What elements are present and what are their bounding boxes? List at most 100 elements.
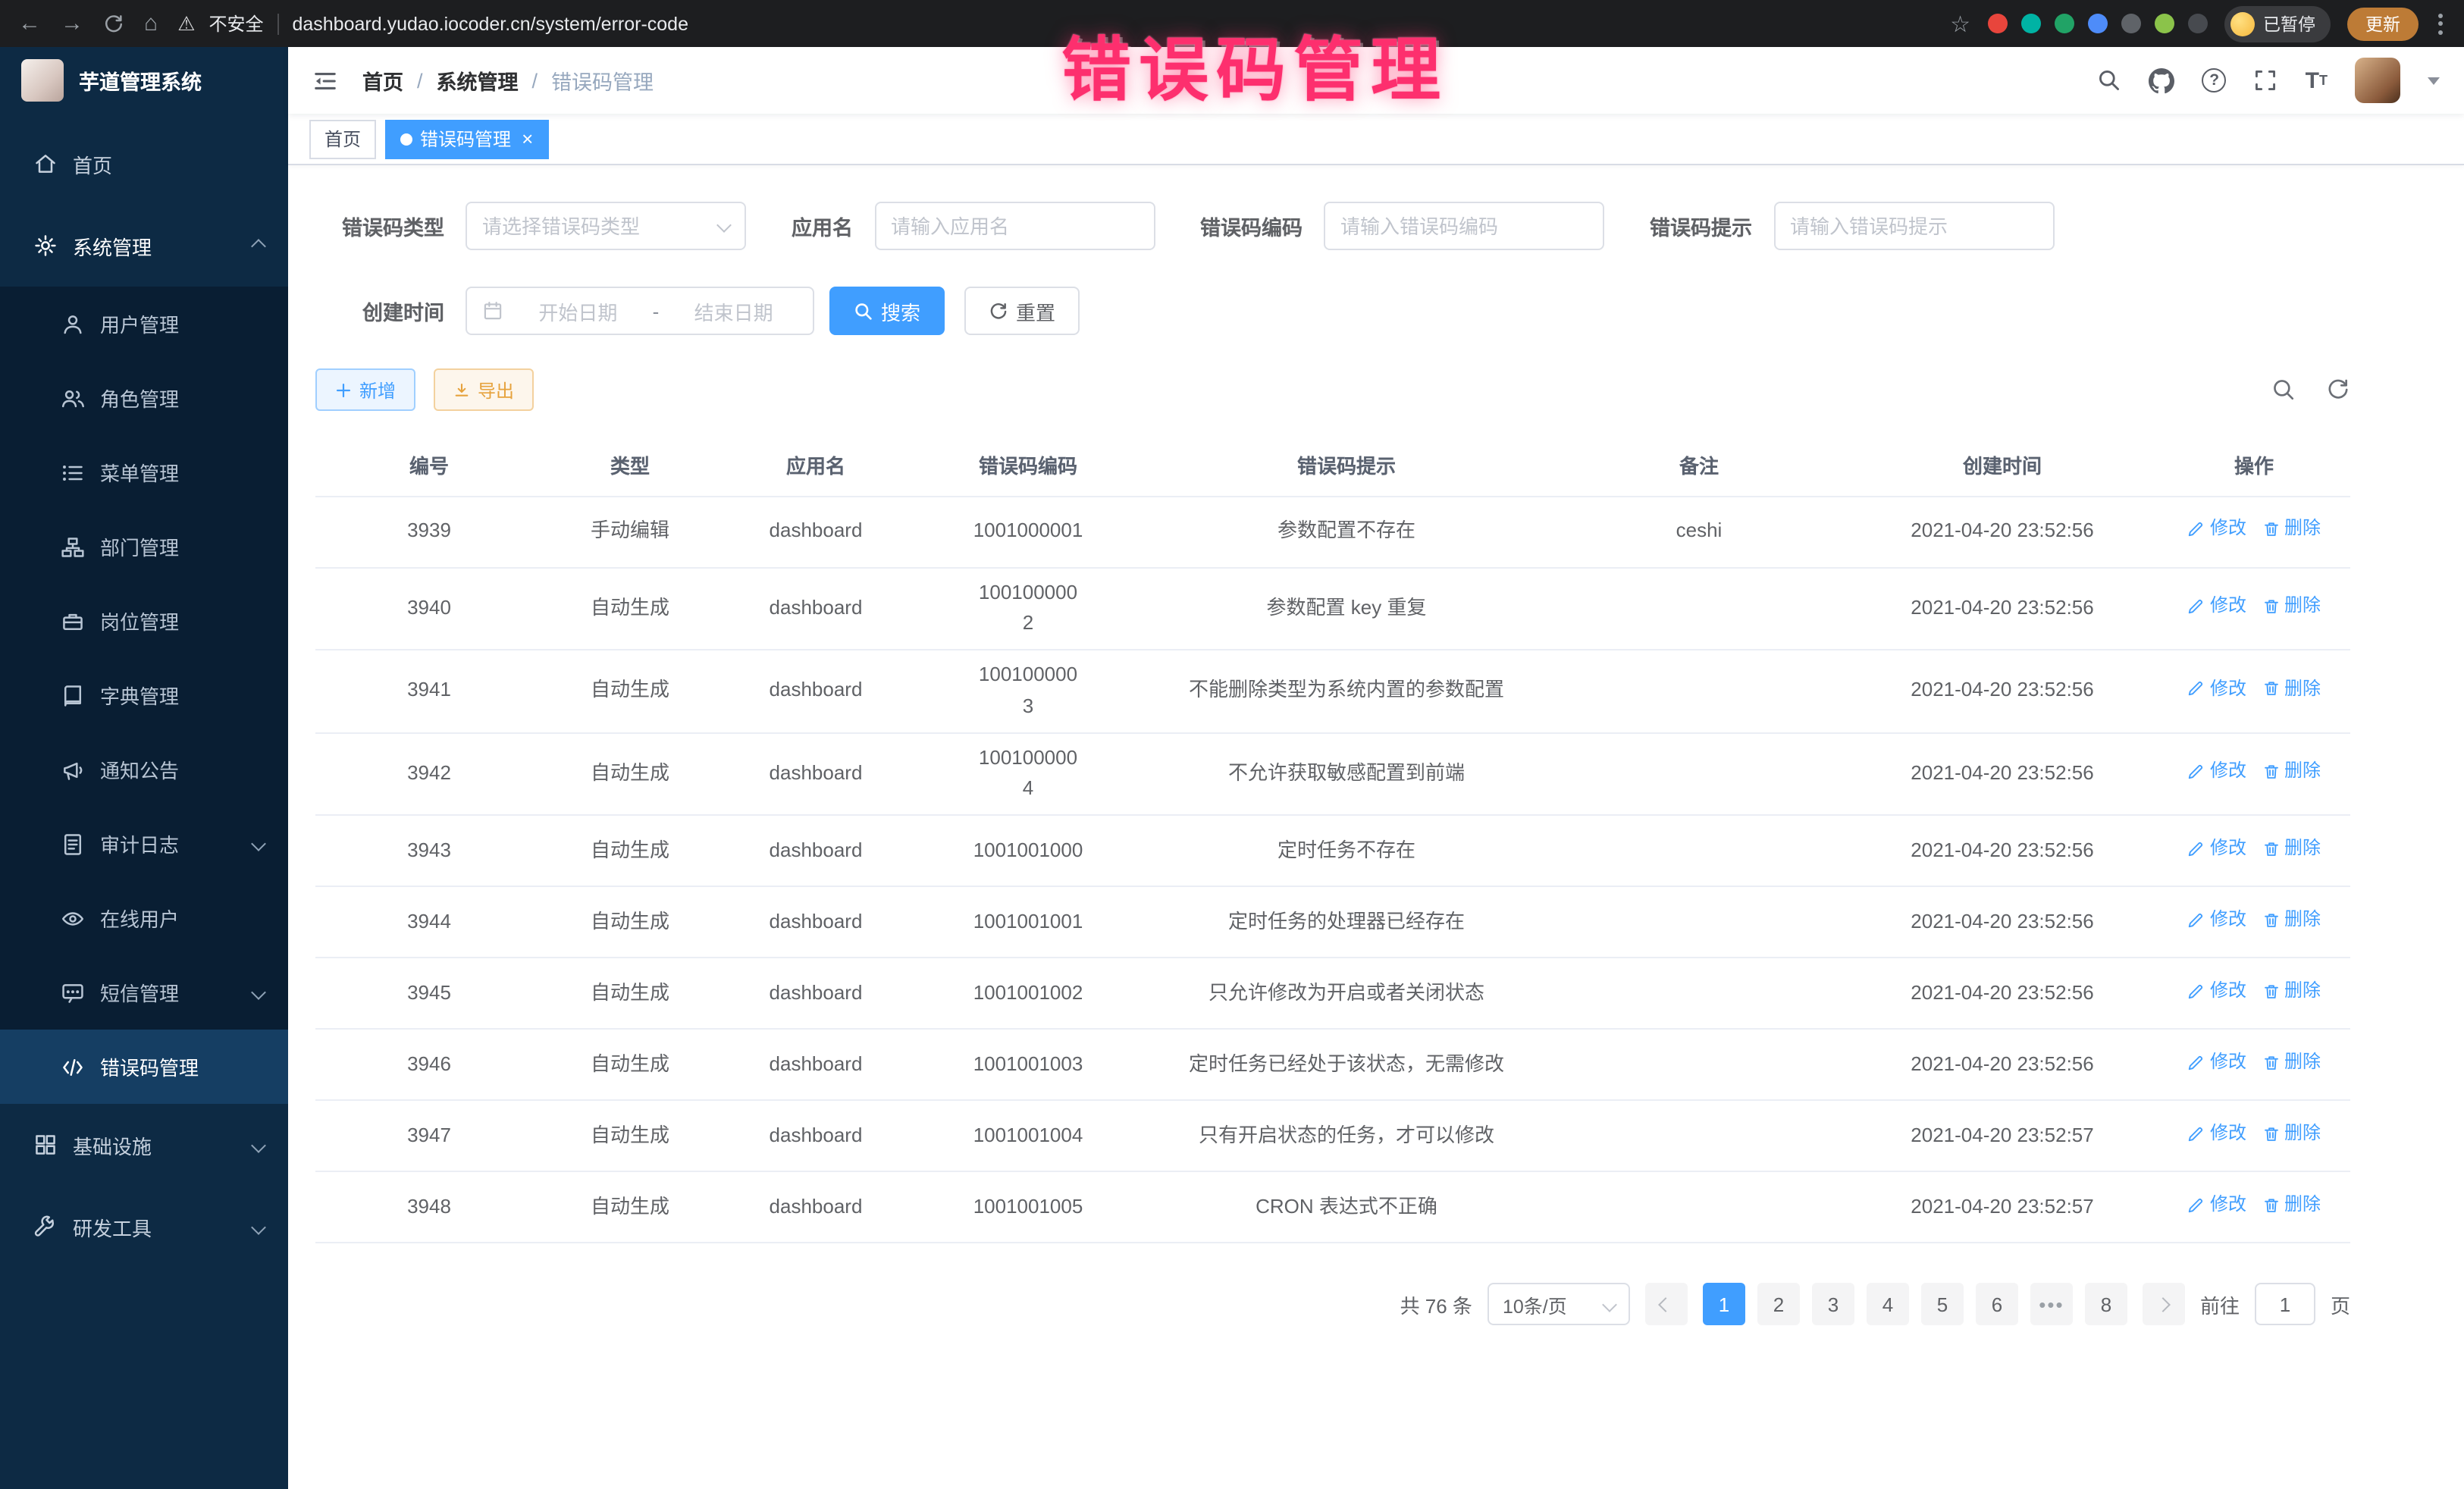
- profile-badge-label: 已暂停: [2263, 11, 2315, 36]
- forward-button[interactable]: →: [61, 12, 83, 35]
- table-setting-icons: [2271, 378, 2350, 402]
- edit-link[interactable]: 修改: [2187, 1119, 2246, 1148]
- delete-link[interactable]: 删除: [2262, 1190, 2321, 1219]
- app-title: 芋道管理系统: [79, 65, 202, 96]
- sidebar-item-dict-management[interactable]: 字典管理: [0, 658, 288, 732]
- breadcrumb-system[interactable]: 系统管理: [437, 65, 519, 96]
- search-icon[interactable]: [2098, 68, 2122, 92]
- sidebar-item-error-code-management[interactable]: 错误码管理: [0, 1030, 288, 1104]
- error-code-input[interactable]: [1324, 202, 1604, 250]
- fullscreen-icon[interactable]: [2254, 68, 2278, 92]
- next-page-button[interactable]: [2143, 1284, 2185, 1326]
- user-icon: [61, 312, 85, 336]
- page-size-select[interactable]: 10条/页: [1487, 1284, 1630, 1326]
- edit-link[interactable]: 修改: [2187, 1048, 2246, 1077]
- pager-more-button[interactable]: •••: [2030, 1284, 2073, 1326]
- pager-page-6[interactable]: 6: [1976, 1284, 2018, 1326]
- sidebar-item-online-users[interactable]: 在线用户: [0, 881, 288, 955]
- browser-update-button[interactable]: 更新: [2347, 7, 2419, 40]
- address-field[interactable]: ⚠ 不安全 dashboard.yudao.iocoder.cn/system/…: [177, 11, 1930, 36]
- extension-icon[interactable]: [2087, 14, 2107, 33]
- user-avatar[interactable]: [2355, 58, 2400, 103]
- create-time-range-picker[interactable]: 开始日期 - 结束日期: [466, 287, 814, 335]
- sidebar-item-post-management[interactable]: 岗位管理: [0, 584, 288, 658]
- add-button[interactable]: 新增: [315, 368, 415, 411]
- pagination: 共 76 条 10条/页 123456•••8 前往 页: [315, 1284, 2350, 1326]
- error-msg-input[interactable]: [1773, 202, 2054, 250]
- goto-page-input[interactable]: [2255, 1284, 2315, 1326]
- pager-page-8[interactable]: 8: [2085, 1284, 2127, 1326]
- pager-page-4[interactable]: 4: [1867, 1284, 1909, 1326]
- delete-link[interactable]: 删除: [2262, 674, 2321, 703]
- app-name-input[interactable]: [874, 202, 1155, 250]
- delete-link[interactable]: 删除: [2262, 976, 2321, 1005]
- edit-link[interactable]: 修改: [2187, 591, 2246, 620]
- pager-page-3[interactable]: 3: [1812, 1284, 1854, 1326]
- chevron-down-icon: [1602, 1297, 1617, 1312]
- reset-button[interactable]: 重置: [964, 287, 1080, 335]
- extension-icon[interactable]: [2154, 14, 2174, 33]
- cell-type: 自动生成: [543, 958, 717, 1030]
- home-button[interactable]: ⌂: [144, 12, 158, 35]
- edit-link[interactable]: 修改: [2187, 515, 2246, 544]
- sidebar-item-home[interactable]: 首页: [0, 123, 288, 205]
- edit-link[interactable]: 修改: [2187, 757, 2246, 786]
- reload-button[interactable]: [103, 13, 124, 34]
- sidebar-item-sms-management[interactable]: 短信管理: [0, 955, 288, 1030]
- tab-home[interactable]: 首页: [309, 119, 376, 158]
- export-button[interactable]: 导出: [434, 368, 534, 411]
- edit-link[interactable]: 修改: [2187, 674, 2246, 703]
- error-type-select-input[interactable]: [466, 202, 746, 250]
- back-button[interactable]: ←: [18, 12, 41, 35]
- edit-link[interactable]: 修改: [2187, 834, 2246, 863]
- code-icon: [61, 1055, 85, 1079]
- extension-icon[interactable]: [2187, 14, 2207, 33]
- delete-link[interactable]: 删除: [2262, 834, 2321, 863]
- close-tab-icon[interactable]: ×: [522, 129, 533, 149]
- delete-link[interactable]: 删除: [2262, 515, 2321, 544]
- sidebar-item-user-management[interactable]: 用户管理: [0, 287, 288, 361]
- edit-link[interactable]: 修改: [2187, 905, 2246, 934]
- extension-icon[interactable]: [2054, 14, 2074, 33]
- toggle-search-icon[interactable]: [2271, 378, 2296, 402]
- edit-link[interactable]: 修改: [2187, 1190, 2246, 1219]
- sidebar-fold-icon[interactable]: [312, 67, 338, 93]
- edit-link[interactable]: 修改: [2187, 976, 2246, 1005]
- avatar-dropdown-caret-icon[interactable]: [2428, 77, 2440, 84]
- pager-page-2[interactable]: 2: [1757, 1284, 1800, 1326]
- tab-error-code[interactable]: 错误码管理 ×: [385, 119, 548, 158]
- pager-page-1[interactable]: 1: [1703, 1284, 1745, 1326]
- delete-link[interactable]: 删除: [2262, 757, 2321, 786]
- cell-msg: 不允许获取敏感配置到前端: [1142, 732, 1551, 815]
- font-size-icon[interactable]: TT: [2306, 69, 2328, 92]
- profile-paused-chip[interactable]: 已暂停: [2224, 5, 2331, 42]
- breadcrumb-home[interactable]: 首页: [362, 65, 403, 96]
- delete-link[interactable]: 删除: [2262, 591, 2321, 620]
- delete-link[interactable]: 删除: [2262, 905, 2321, 934]
- sidebar-item-menu-management[interactable]: 菜单管理: [0, 435, 288, 509]
- error-type-select[interactable]: [466, 202, 746, 250]
- sidebar-item-system[interactable]: 系统管理: [0, 205, 288, 287]
- extension-icon[interactable]: [2121, 14, 2140, 33]
- refresh-table-icon[interactable]: [2326, 378, 2350, 402]
- search-button[interactable]: 搜索: [829, 287, 945, 335]
- bookmark-star-icon[interactable]: ☆: [1950, 10, 1970, 37]
- tab-bar: 首页 错误码管理 ×: [288, 114, 2464, 165]
- extension-icon[interactable]: [1987, 14, 2007, 33]
- chevron-down-icon: [251, 985, 266, 1000]
- prev-page-button[interactable]: [1645, 1284, 1688, 1326]
- delete-link[interactable]: 删除: [2262, 1048, 2321, 1077]
- help-icon[interactable]: ?: [2202, 68, 2227, 92]
- sidebar-item-notice[interactable]: 通知公告: [0, 732, 288, 807]
- sidebar-logo[interactable]: 芋道管理系统: [0, 47, 288, 114]
- pager-page-5[interactable]: 5: [1921, 1284, 1964, 1326]
- delete-link[interactable]: 删除: [2262, 1119, 2321, 1148]
- sidebar-item-infrastructure[interactable]: 基础设施: [0, 1104, 288, 1186]
- browser-menu-icon[interactable]: [2435, 13, 2446, 34]
- sidebar-item-dev-tools[interactable]: 研发工具: [0, 1186, 288, 1268]
- sidebar-item-dept-management[interactable]: 部门管理: [0, 509, 288, 584]
- github-icon[interactable]: [2149, 67, 2175, 93]
- sidebar-item-role-management[interactable]: 角色管理: [0, 361, 288, 435]
- extension-icon[interactable]: [2020, 14, 2040, 33]
- sidebar-item-audit-log[interactable]: 审计日志: [0, 807, 288, 881]
